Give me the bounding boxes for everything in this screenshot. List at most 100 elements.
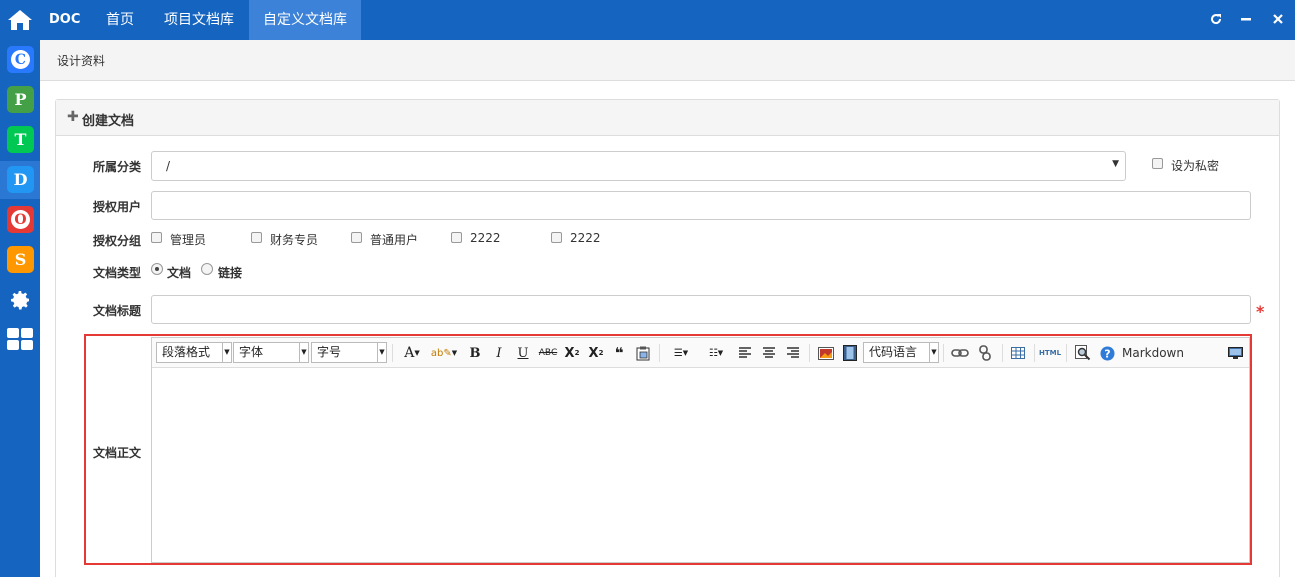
auth-group-label: 授权分组 (93, 234, 142, 248)
doc-type-label-doc: 文档 (167, 266, 192, 280)
chevron-down-icon: ▼ (299, 343, 308, 362)
app-o-letter: O (11, 210, 30, 229)
tab-home[interactable]: 首页 (92, 0, 148, 40)
toolbar-divider (943, 344, 944, 362)
group-checkbox-2222-a[interactable] (451, 232, 462, 243)
app-o-icon[interactable]: O (7, 206, 34, 233)
group-checkbox-admin[interactable] (151, 232, 162, 243)
fullscreen-icon[interactable] (1226, 344, 1244, 362)
image-icon[interactable] (816, 344, 836, 362)
font-value: 字体 (239, 345, 264, 359)
preview-search-icon[interactable] (1074, 344, 1092, 362)
category-value: / (166, 159, 171, 173)
app-d-icon[interactable]: D (7, 166, 34, 193)
panel-header: ✚ 创建文档 (56, 100, 1279, 136)
category-select[interactable]: / ▼ (151, 151, 1126, 181)
doc-title-label: 文档标题 (93, 304, 142, 318)
group-checkbox-finance[interactable] (251, 232, 262, 243)
group-label-finance: 财务专员 (270, 233, 319, 247)
chevron-down-icon: ▼ (929, 343, 938, 362)
toolbar-divider (659, 344, 660, 362)
toolbar-divider (392, 344, 393, 362)
subscript-icon[interactable]: X2 (586, 344, 606, 362)
app-p-icon[interactable]: P (7, 86, 34, 113)
refresh-icon[interactable] (1207, 10, 1225, 28)
app-c-letter: C (11, 50, 30, 69)
settings-gear-icon[interactable] (8, 288, 32, 315)
auth-user-label: 授权用户 (93, 200, 142, 214)
font-select[interactable]: 字体 ▼ (233, 342, 309, 363)
app-s-icon[interactable]: S (7, 246, 34, 273)
tab-custom-docs[interactable]: 自定义文档库 (249, 0, 361, 40)
grid-apps-icon[interactable] (7, 328, 33, 353)
tab-project-docs[interactable]: 项目文档库 (150, 0, 248, 40)
paragraph-format-select[interactable]: 段落格式 ▼ (156, 342, 232, 363)
toolbar-divider (1066, 344, 1067, 362)
app-t-icon[interactable]: T (7, 126, 34, 153)
home-icon[interactable] (0, 0, 40, 40)
panel-title: 创建文档 (82, 114, 135, 129)
private-checkbox[interactable] (1152, 158, 1163, 169)
svg-text:?: ? (1104, 347, 1110, 360)
breadcrumb-label: 设计资料 (57, 54, 106, 68)
doc-title-input[interactable] (151, 295, 1251, 324)
ordered-list-icon[interactable]: ☰ ▼ (667, 344, 695, 362)
group-label-admin: 管理员 (170, 233, 207, 247)
group-label-user: 普通用户 (370, 233, 419, 247)
close-icon[interactable] (1269, 10, 1287, 28)
strikethrough-icon[interactable]: ABC (537, 344, 559, 362)
bold-icon[interactable]: B (466, 344, 484, 362)
rich-text-editor: 段落格式 ▼ 字体 ▼ 字号 ▼ A ▼ ab✎ ▼ B I U ABC X2 X2 ❝ … (151, 337, 1250, 563)
required-mark: * (1256, 302, 1265, 321)
editor-body[interactable] (152, 368, 1249, 562)
font-color-icon[interactable]: A ▼ (401, 344, 423, 362)
toolbar-divider (809, 344, 810, 362)
blockquote-icon[interactable]: ❝ (610, 344, 628, 362)
toolbar-divider (1034, 344, 1035, 362)
auth-user-input[interactable] (151, 191, 1251, 220)
highlight-color-icon[interactable]: ab✎ ▼ (431, 344, 457, 362)
code-language-value: 代码语言 (869, 345, 918, 359)
editor-toolbar: 段落格式 ▼ 字体 ▼ 字号 ▼ A ▼ ab✎ ▼ B I U ABC X2 X2 ❝ … (152, 338, 1249, 368)
toolbar-divider (1002, 344, 1003, 362)
top-bar: DOC 首页 项目文档库 自定义文档库 (40, 0, 1295, 40)
markdown-toggle[interactable]: Markdown (1122, 344, 1184, 362)
font-size-select[interactable]: 字号 ▼ (311, 342, 387, 363)
private-label: 设为私密 (1171, 159, 1220, 173)
group-checkbox-2222-b[interactable] (551, 232, 562, 243)
doc-type-radio-doc[interactable] (151, 263, 163, 275)
align-left-icon[interactable] (736, 344, 754, 362)
category-label: 所属分类 (93, 160, 142, 174)
minimize-icon[interactable] (1237, 10, 1255, 28)
unlink-icon[interactable] (976, 344, 994, 362)
body-label: 文档正文 (93, 446, 142, 460)
paste-icon[interactable] (634, 344, 652, 362)
unordered-list-icon[interactable]: ☷ ▼ (702, 344, 730, 362)
brand-logo: DOC (49, 12, 81, 27)
video-icon[interactable] (841, 344, 859, 362)
help-icon[interactable]: ? (1098, 344, 1116, 362)
italic-icon[interactable]: I (490, 344, 508, 362)
paragraph-format-value: 段落格式 (162, 345, 211, 359)
chevron-down-icon: ▼ (222, 343, 231, 362)
underline-icon[interactable]: U (514, 344, 532, 362)
doc-type-radio-link[interactable] (201, 263, 213, 275)
superscript-icon[interactable]: X2 (562, 344, 582, 362)
breadcrumb: 设计资料 (40, 40, 1295, 81)
app-d-letter: D (13, 170, 28, 189)
font-size-value: 字号 (317, 345, 342, 359)
html-source-icon[interactable]: HTML (1038, 344, 1062, 362)
app-c-icon[interactable]: C (7, 46, 34, 73)
group-label-2222-b: 2222 (570, 231, 601, 245)
chevron-down-icon: ▼ (1112, 159, 1119, 169)
link-icon[interactable] (950, 344, 970, 362)
app-p-letter: P (14, 90, 27, 109)
align-center-icon[interactable] (760, 344, 778, 362)
table-icon[interactable] (1009, 344, 1027, 362)
app-rail: C P T D O S (0, 0, 40, 577)
doc-type-label: 文档类型 (93, 266, 142, 280)
code-language-select[interactable]: 代码语言 ▼ (863, 342, 939, 363)
group-checkbox-user[interactable] (351, 232, 362, 243)
plus-icon: ✚ (67, 109, 79, 125)
align-right-icon[interactable] (784, 344, 802, 362)
